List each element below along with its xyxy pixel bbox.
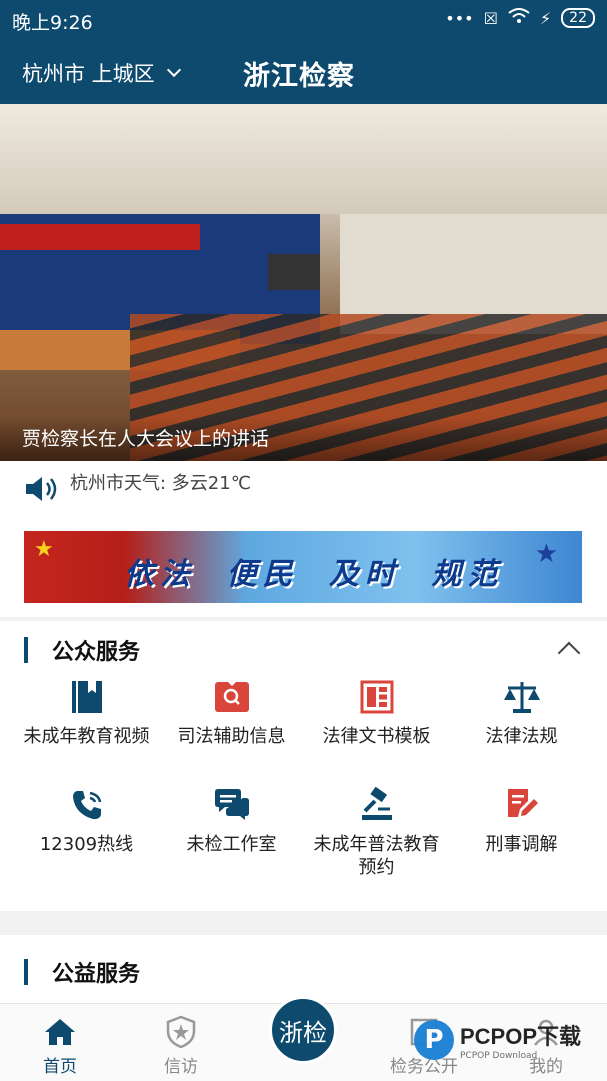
section-accent-bar <box>24 959 28 985</box>
more-dots-icon: ••• <box>445 8 474 28</box>
service-criminal-mediation[interactable]: 刑事调解 <box>449 785 594 893</box>
charging-icon: ⚡ <box>539 8 552 28</box>
service-legal-education-booking[interactable]: 未成年普法教育预约 <box>304 785 449 893</box>
service-hotline-12309[interactable]: 12309热线 <box>14 785 159 893</box>
section-header: 公众服务 <box>24 635 140 665</box>
slogan-banner[interactable]: ★ ★ 依法 便民 及时 规范 <box>24 531 582 603</box>
welfare-services-section: 公益服务 <box>0 935 607 1005</box>
chat-icon <box>212 785 252 825</box>
template-icon <box>357 677 397 717</box>
battery-icon: 22 <box>561 8 595 28</box>
weather-bar: 杭州市天气: 多云21℃ <box>0 461 607 515</box>
status-icons: ••• ☒ ⚡ 22 <box>445 8 595 28</box>
pcpop-watermark: P PCPOP下载 PCPOP Download <box>414 1010 604 1070</box>
shield-star-icon <box>131 1012 231 1052</box>
watermark-brand: PCPOP下载 <box>460 1024 582 1049</box>
section-accent-bar <box>24 637 28 663</box>
news-banner[interactable]: 贾检察长在人大会议上的讲话 <box>0 104 607 461</box>
scales-icon <box>502 677 542 717</box>
status-time: 晚上9:26 <box>12 12 93 34</box>
banner-caption: 贾检察长在人大会议上的讲话 <box>0 417 607 461</box>
banner-ceiling <box>0 104 607 214</box>
service-label: 未检工作室 <box>186 834 277 855</box>
slogan-section: ★ ★ 依法 便民 及时 规范 <box>0 515 607 617</box>
service-minor-prosecution-office[interactable]: 未检工作室 <box>159 785 304 893</box>
watermark-sub: PCPOP Download <box>460 1051 538 1061</box>
page-title: 浙江检察 <box>243 61 355 92</box>
speaker-icon <box>26 477 57 501</box>
status-bar: 晚上9:26 ••• ☒ ⚡ 22 <box>0 0 607 40</box>
public-services-section: 公众服务 未成年教育视频 司法辅助信息 法律文书模板 法律法规 12309热线 … <box>0 621 607 911</box>
slogan-text: 依法 便民 及时 规范 <box>124 557 504 592</box>
service-laws-regulations[interactable]: 法律法规 <box>449 677 594 785</box>
location-label: 杭州市 上城区 <box>22 62 155 86</box>
emblem-star-icon: ★ <box>534 539 558 569</box>
service-label: 未成年教育视频 <box>23 726 150 747</box>
pcpop-logo-icon: P <box>414 1020 454 1060</box>
book-icon <box>67 677 107 717</box>
service-label: 12309热线 <box>39 834 134 855</box>
service-grid: 未成年教育视频 司法辅助信息 法律文书模板 法律法规 12309热线 未检工作室… <box>14 677 594 893</box>
nav-center-button[interactable]: 浙检 <box>269 996 337 1064</box>
home-icon <box>10 1012 110 1052</box>
flag-star-icon: ★ <box>34 537 54 562</box>
nav-home[interactable]: 首页 <box>10 1012 110 1077</box>
service-label: 刑事调解 <box>485 834 558 855</box>
nav-petition-label: 信访 <box>164 1057 198 1077</box>
service-label: 法律文书模板 <box>322 726 431 747</box>
sim-icon: ☒ <box>483 8 498 28</box>
service-label: 法律法规 <box>485 726 558 747</box>
watermark-text: PCPOP下载 PCPOP Download <box>460 1019 581 1061</box>
wifi-icon <box>508 8 530 28</box>
weather-text: 杭州市天气: 多云21℃ <box>70 473 251 494</box>
edit-doc-icon <box>502 785 542 825</box>
service-legal-templates[interactable]: 法律文书模板 <box>304 677 449 785</box>
service-judicial-aid-info[interactable]: 司法辅助信息 <box>159 677 304 785</box>
banner-screen <box>268 254 320 290</box>
service-label: 司法辅助信息 <box>177 726 286 747</box>
search-doc-icon <box>212 677 252 717</box>
chevron-down-icon <box>166 62 181 78</box>
gavel-icon <box>357 785 397 825</box>
section-title: 公众服务 <box>52 640 141 665</box>
section-title: 公益服务 <box>52 962 141 987</box>
location-selector[interactable]: 杭州市 上城区 <box>22 58 181 88</box>
phone-icon <box>67 785 107 825</box>
app-header: 晚上9:26 ••• ☒ ⚡ 22 杭州市 上城区 浙江检察 <box>0 0 607 104</box>
banner-red-strip <box>0 224 200 250</box>
chevron-up-icon[interactable] <box>557 641 581 665</box>
service-label: 未成年普法教育预约 <box>313 834 440 878</box>
nav-petition[interactable]: 信访 <box>131 1012 231 1077</box>
service-minor-education-video[interactable]: 未成年教育视频 <box>14 677 159 785</box>
nav-home-label: 首页 <box>43 1057 77 1077</box>
section-header: 公益服务 <box>24 957 140 987</box>
